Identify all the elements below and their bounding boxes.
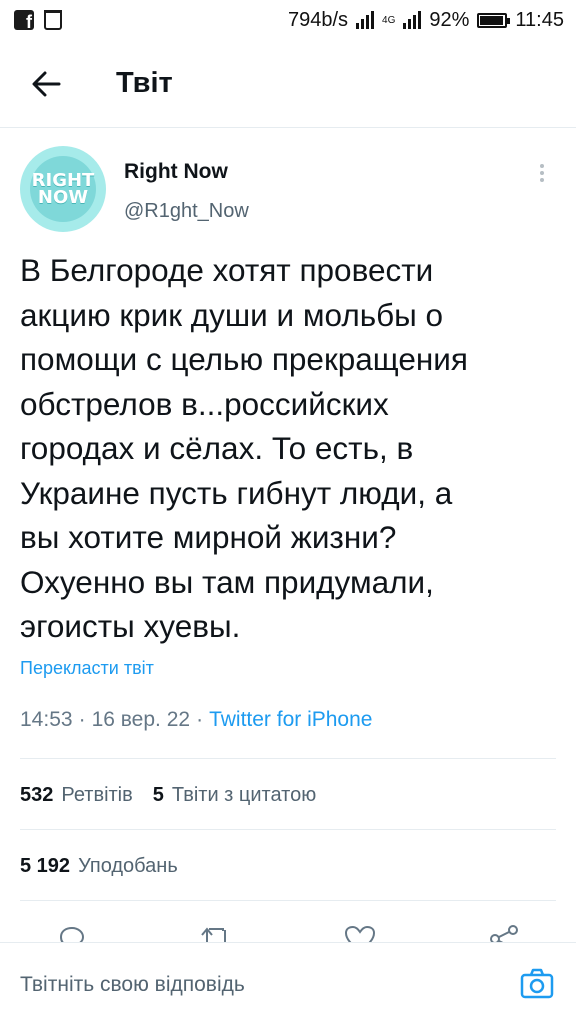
reply-button[interactable] bbox=[42, 902, 102, 950]
divider bbox=[20, 900, 556, 901]
author-name[interactable]: Right Now bbox=[124, 160, 228, 184]
camera-icon bbox=[520, 968, 554, 999]
retweets-label: Ретвітів bbox=[61, 783, 133, 806]
status-bar: 794b/s 4G 92% 11:45 bbox=[0, 0, 576, 40]
likes-count: 5 192 bbox=[20, 854, 71, 877]
arrow-left-icon bbox=[32, 71, 61, 96]
quotes-stat[interactable]: 5 Твіти з цитатою bbox=[153, 784, 316, 807]
more-dot bbox=[540, 164, 544, 168]
quotes-label: Твіти з цитатою bbox=[171, 783, 317, 806]
more-dot bbox=[540, 178, 544, 182]
facebook-icon bbox=[14, 10, 34, 33]
retweet-stats: 532 Ретвітів 5 Твіти з цитатою bbox=[20, 760, 336, 830]
battery-percent: 92% bbox=[429, 8, 470, 31]
more-options-button[interactable] bbox=[532, 160, 552, 186]
battery-fill bbox=[480, 15, 503, 25]
avatar[interactable]: RIGHT NOW bbox=[20, 146, 106, 232]
camera-button[interactable] bbox=[520, 967, 554, 1001]
status-right: 794b/s 4G 92% 11:45 bbox=[288, 9, 564, 32]
retweets-count: 532 bbox=[20, 783, 54, 806]
back-button[interactable] bbox=[16, 54, 76, 114]
retweets-stat[interactable]: 532 Ретвітів bbox=[20, 784, 133, 807]
tweet-author: RIGHT NOW Right Now @R1ght_Now bbox=[20, 146, 556, 232]
signal-icon bbox=[356, 11, 375, 29]
likes-label: Уподобань bbox=[78, 854, 178, 877]
reply-input[interactable]: Твітніть свою відповідь bbox=[20, 973, 245, 997]
avatar-text-2: NOW bbox=[37, 187, 89, 208]
page-title: Твіт bbox=[116, 67, 173, 99]
trash-icon bbox=[44, 10, 62, 30]
reply-bar: Твітніть свою відповідь bbox=[0, 942, 576, 1024]
tweet-text: В Белгороде хотят провести акцию крик ду… bbox=[20, 252, 468, 644]
battery-icon bbox=[477, 12, 511, 28]
top-app-bar: Твіт bbox=[0, 40, 576, 128]
like-button[interactable] bbox=[330, 902, 390, 950]
status-left bbox=[14, 10, 62, 33]
tweet-time: 14:53 bbox=[20, 708, 73, 731]
tweet-source-link[interactable]: Twitter for iPhone bbox=[209, 708, 372, 732]
likes-stats: 5 192 Уподобань bbox=[20, 831, 198, 901]
tweet-date: 16 вер. 22 bbox=[91, 708, 191, 731]
quotes-count: 5 bbox=[152, 783, 164, 806]
tweet-meta: 14:53 · 16 вер. 22 · Twitter for iPhone bbox=[20, 708, 372, 732]
translate-tweet-link[interactable]: Перекласти твіт bbox=[20, 658, 154, 679]
divider bbox=[20, 829, 556, 830]
meta-separator: · bbox=[196, 708, 204, 731]
more-dot bbox=[540, 171, 544, 175]
author-handle[interactable]: @R1ght_Now bbox=[124, 200, 249, 223]
divider bbox=[20, 758, 556, 759]
share-button[interactable] bbox=[474, 902, 534, 947]
retweet-button[interactable] bbox=[186, 902, 246, 950]
avatar-logo: RIGHT NOW bbox=[30, 156, 96, 222]
clock: 11:45 bbox=[515, 8, 564, 31]
net-speed: 794b/s bbox=[287, 8, 349, 31]
network-type: 4G bbox=[382, 14, 396, 26]
meta-separator: · bbox=[78, 708, 86, 731]
likes-stat[interactable]: 5 192 Уподобань bbox=[20, 855, 178, 878]
signal-icon-2 bbox=[403, 11, 422, 29]
